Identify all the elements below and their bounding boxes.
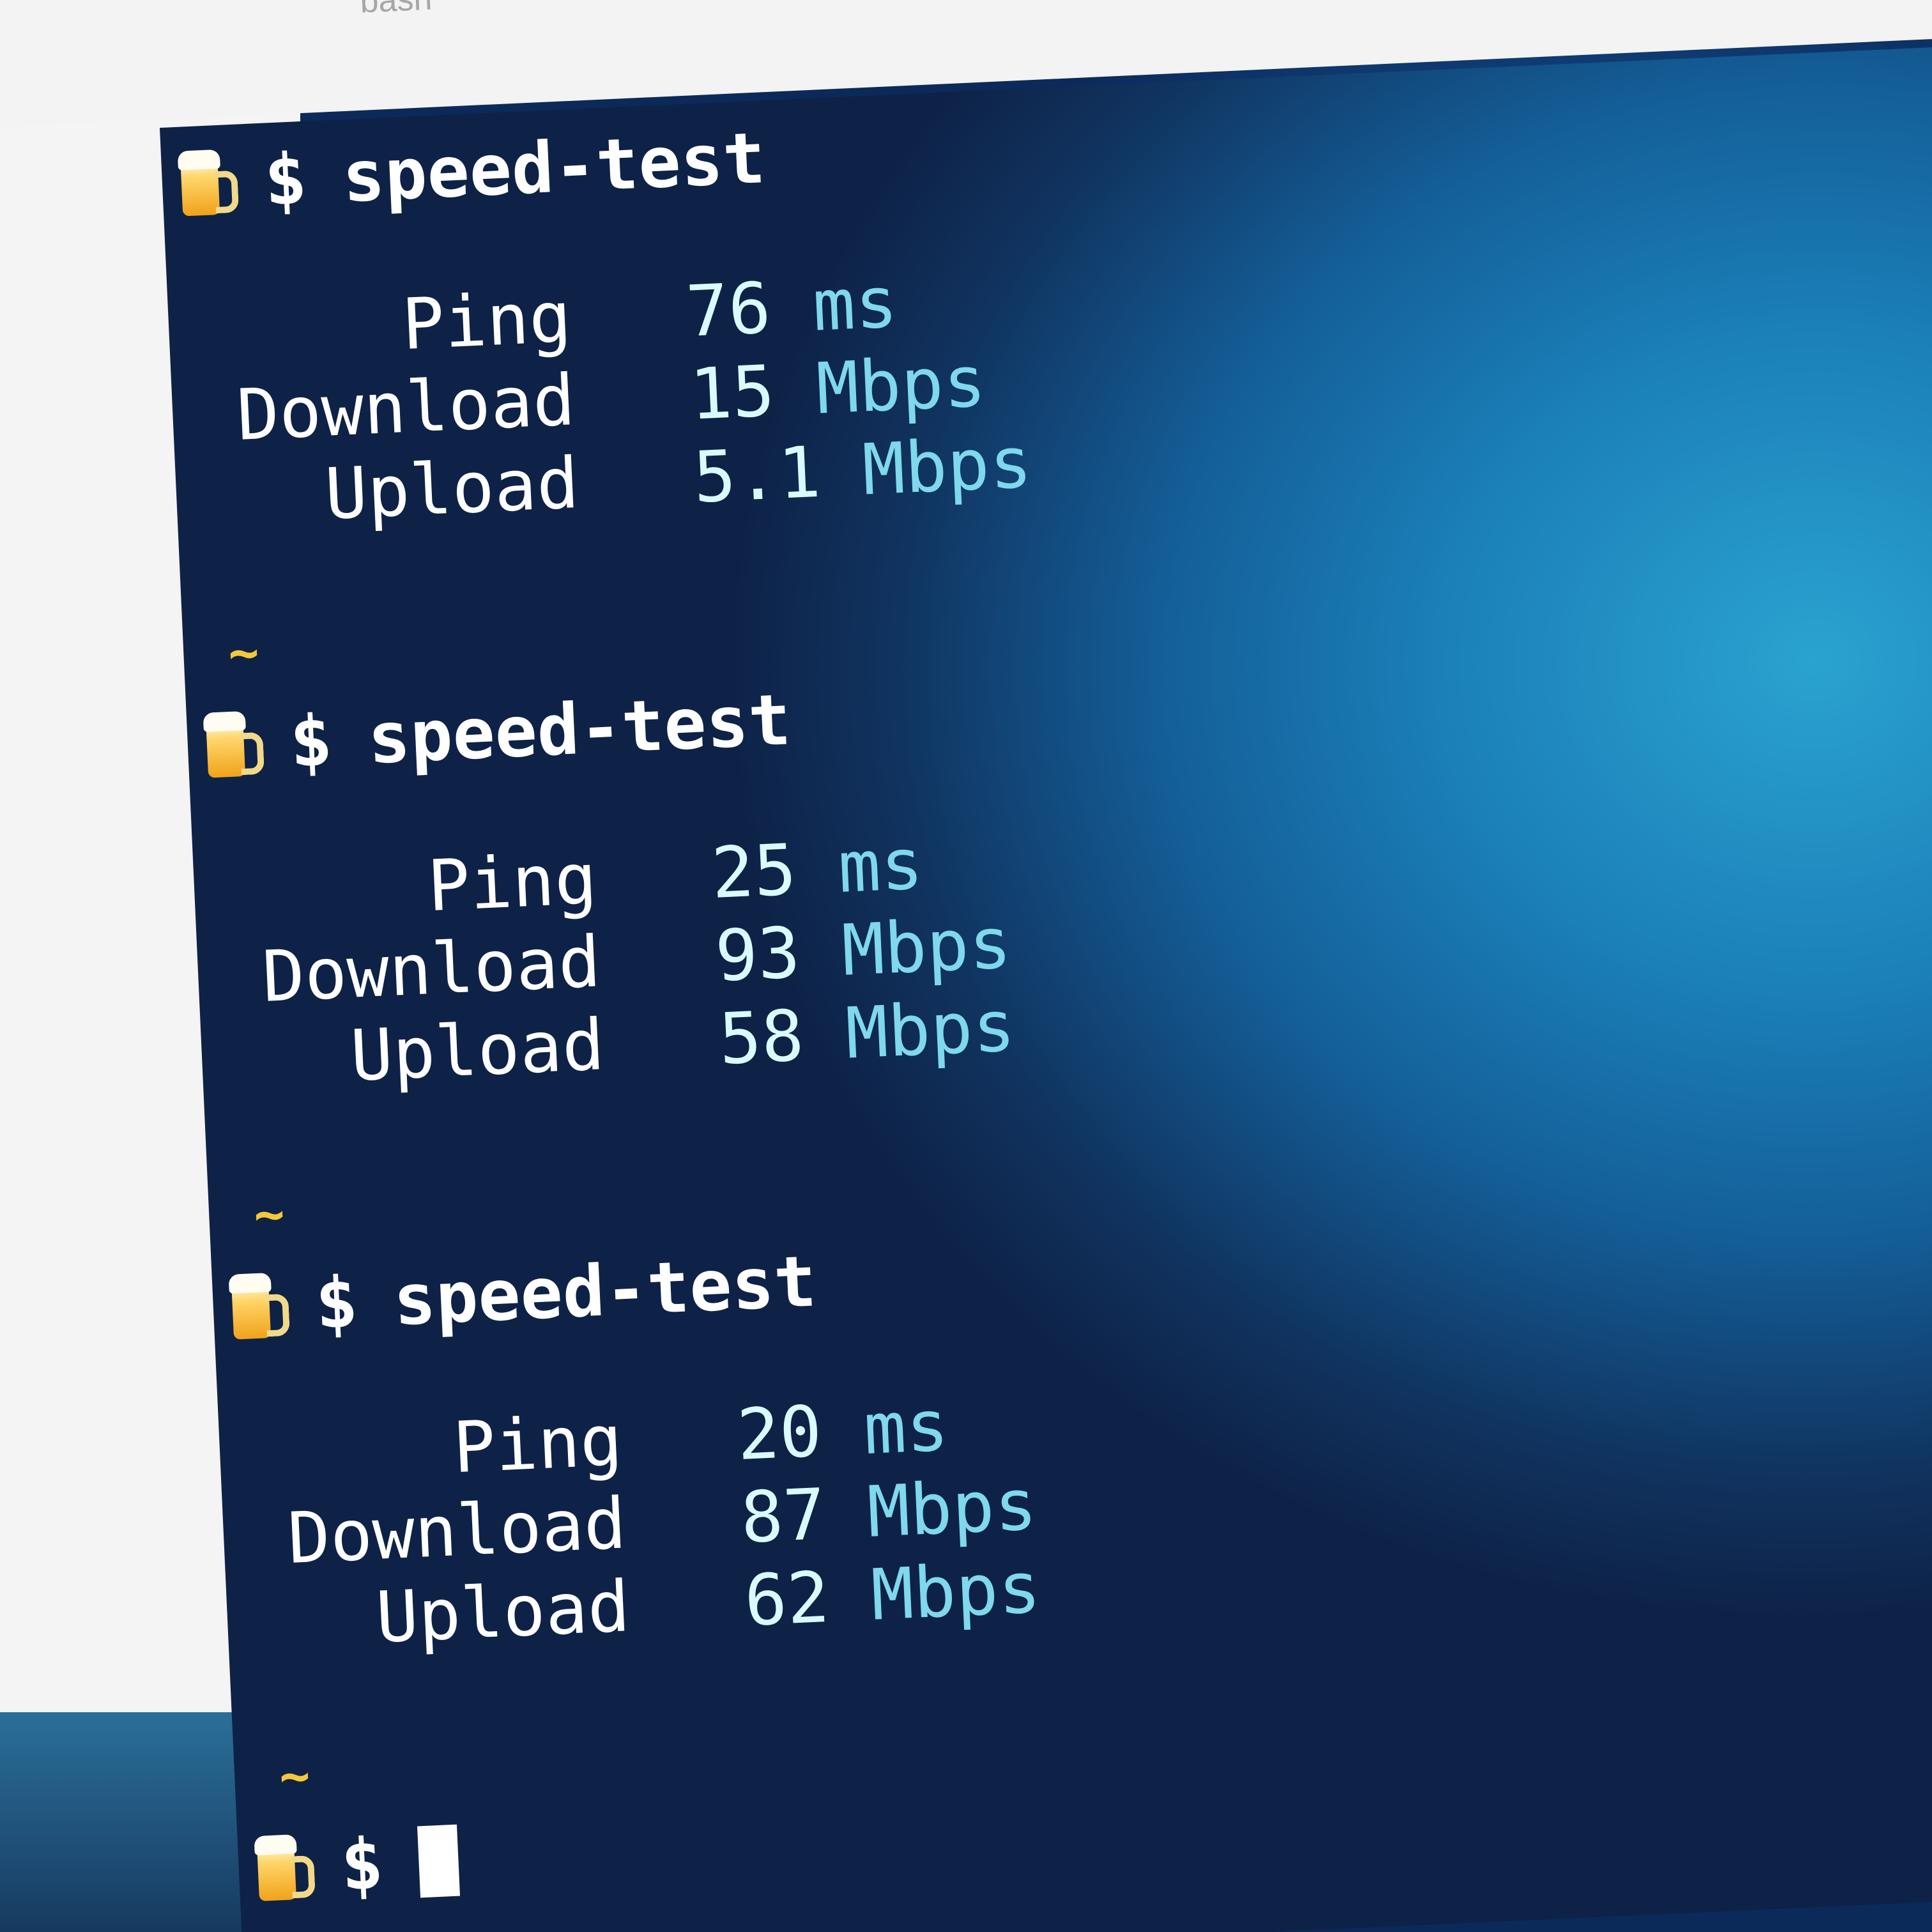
prompt-symbol: $ bbox=[288, 699, 334, 783]
beer-mug-icon bbox=[177, 149, 240, 218]
tab-title[interactable]: bash bbox=[359, 0, 433, 21]
prompt-line: $ speed-test bbox=[177, 113, 767, 229]
command-block: $ speed-test Ping 25 ms Download 93 Mbps… bbox=[203, 649, 1354, 1245]
terminal-window[interactable]: $ speed-test Ping 76 ms Download 15 Mbps… bbox=[160, 40, 1932, 1932]
result-label: Upload bbox=[348, 1003, 606, 1097]
command-text: speed-test bbox=[391, 1240, 818, 1342]
result-unit: Mbps bbox=[843, 985, 1017, 1075]
cwd-indicator: ~ bbox=[278, 1745, 312, 1807]
result-value: 25 bbox=[709, 829, 799, 914]
result-value: 87 bbox=[739, 1473, 827, 1559]
prompt-line: $ speed-test bbox=[228, 1236, 818, 1352]
beer-mug-icon bbox=[203, 710, 265, 779]
result-value: 62 bbox=[742, 1556, 831, 1642]
result-label: Ping bbox=[400, 276, 573, 366]
result-unit: ms bbox=[811, 261, 900, 347]
result-unit: Mbps bbox=[861, 421, 1034, 511]
result-label: Upload bbox=[374, 1565, 632, 1659]
result-unit: Mbps bbox=[865, 1464, 1039, 1553]
command-text: speed-test bbox=[366, 678, 793, 780]
result-label: Download bbox=[260, 921, 602, 1018]
result-value: 58 bbox=[717, 994, 806, 1080]
result-label: Ping bbox=[425, 838, 599, 928]
result-unit: Mbps bbox=[840, 901, 1013, 992]
prompt-line: $ speed-test bbox=[203, 675, 793, 790]
result-unit: Mbps bbox=[869, 1546, 1043, 1636]
active-prompt-line[interactable]: $ bbox=[254, 1816, 461, 1914]
result-unit: Mbps bbox=[815, 340, 988, 430]
cwd-indicator: ~ bbox=[227, 622, 261, 683]
beer-mug-icon bbox=[228, 1272, 290, 1341]
result-value: 76 bbox=[684, 266, 773, 353]
prompt-symbol: $ bbox=[313, 1261, 360, 1345]
screen: bash ⌘1 $ speed-test Ping 76 ms Download… bbox=[0, 0, 1932, 1932]
prompt-symbol: $ bbox=[263, 137, 309, 222]
result-label: Download bbox=[234, 359, 577, 456]
result-label: Download bbox=[286, 1482, 628, 1580]
cwd-indicator: ~ bbox=[252, 1183, 286, 1245]
result-unit: ms bbox=[862, 1384, 951, 1471]
result-label: Upload bbox=[323, 441, 581, 535]
result-label: Ping bbox=[451, 1399, 624, 1489]
result-value: 5.1 bbox=[691, 431, 823, 519]
prompt-symbol: $ bbox=[339, 1822, 385, 1906]
result-value: 20 bbox=[735, 1390, 824, 1476]
result-value: 93 bbox=[713, 911, 802, 997]
command-text: speed-test bbox=[341, 117, 767, 218]
result-value: 15 bbox=[687, 349, 777, 436]
beer-mug-icon bbox=[254, 1834, 316, 1903]
text-cursor[interactable] bbox=[417, 1824, 461, 1898]
command-block: $ speed-test Ping 20 ms Download 87 Mbps… bbox=[228, 1211, 1379, 1806]
result-unit: ms bbox=[836, 823, 925, 908]
